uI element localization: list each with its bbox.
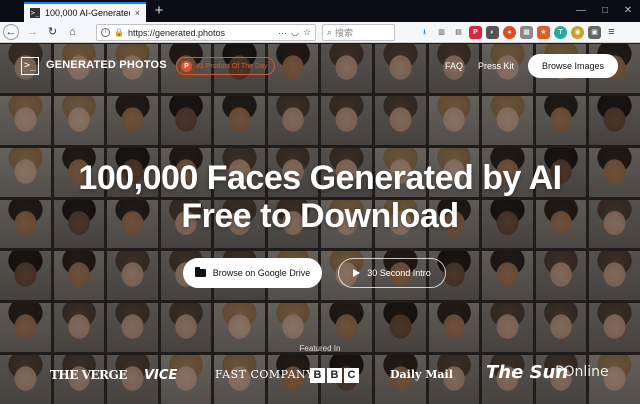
hero-title-line1: 100,000 Faces Generated by AI	[78, 159, 562, 197]
new-tab-button[interactable]: +	[151, 3, 167, 19]
bookmark-star-icon[interactable]: ☆	[303, 27, 311, 38]
search-icon: ⌕	[327, 27, 333, 37]
logo-text[interactable]: GENERATED PHOTOS	[46, 59, 167, 71]
intro-video-button[interactable]: 30 Second Intro	[338, 258, 446, 288]
back-arrow-icon[interactable]: ←	[3, 24, 19, 40]
bbc-letter: C	[344, 368, 359, 383]
featured-in-label: Featured In	[299, 344, 341, 353]
bbc-logo: B B C	[310, 368, 359, 383]
intro-video-label: 30 Second Intro	[367, 268, 431, 278]
product-hunt-icon: P	[181, 60, 192, 72]
minimize-button[interactable]: —	[570, 3, 592, 19]
product-hunt-text: #1 Product Of The Day	[196, 62, 268, 70]
watermark-logo: POnline	[555, 364, 609, 380]
translate-icon[interactable]: T	[554, 26, 567, 39]
site-info-icon[interactable]: i	[101, 28, 110, 37]
favicon-icon: >_	[30, 8, 40, 18]
screenshot-icon[interactable]: ▣	[588, 26, 601, 39]
addon-icon[interactable]: ★	[537, 26, 550, 39]
maximize-button[interactable]: □	[594, 3, 616, 19]
navigation-bar: ← → ↻ ⌂ i 🔒 https://generated.photos ···…	[0, 22, 640, 43]
browse-google-drive-button[interactable]: Browse on Google Drive	[183, 258, 322, 288]
folder-icon	[194, 267, 206, 277]
product-hunt-badge[interactable]: P #1 Product Of The Day	[176, 57, 276, 75]
reader-extension-icon[interactable]: ▦	[520, 26, 533, 39]
browse-images-button[interactable]: Browse Images	[528, 54, 618, 78]
site-header: >_ GENERATED PHOTOS P #1 Product Of The …	[0, 44, 640, 88]
pocket-icon[interactable]: ◡	[291, 27, 299, 38]
forward-arrow-icon[interactable]: →	[24, 24, 41, 41]
tab-title: 100,000 AI-Generated Faces	[45, 8, 130, 18]
nav-faq-link[interactable]: FAQ	[445, 61, 463, 71]
fast-company-logo: FAST COMPANY	[215, 368, 314, 381]
nav-press-kit-link[interactable]: Press Kit	[478, 61, 514, 71]
library-icon[interactable]: ▥	[435, 26, 448, 39]
toolbar-icons: ⭳ ▥ ▤ P ◐ ● ▦ ★ T ◉ ▣ ≡	[418, 24, 618, 41]
pocket-extension-icon[interactable]: P	[469, 26, 482, 39]
page-actions-icon[interactable]: ···	[278, 28, 287, 38]
tab-bar: >_ 100,000 AI-Generated Faces × + — □ ✕	[0, 0, 640, 22]
url-text[interactable]: https://generated.photos	[128, 28, 274, 38]
download-icon[interactable]: ⭳	[418, 26, 431, 39]
hero-title-line2: Free to Download	[181, 197, 459, 235]
the-verge-logo: THE VERGE	[50, 368, 127, 382]
close-window-button[interactable]: ✕	[617, 3, 639, 19]
menu-icon[interactable]: ≡	[605, 26, 618, 39]
note-extension-icon[interactable]: ◉	[571, 26, 584, 39]
browser-tab[interactable]: >_ 100,000 AI-Generated Faces ×	[24, 2, 146, 22]
ublock-icon[interactable]: ●	[503, 26, 516, 39]
play-icon	[353, 269, 361, 277]
lock-icon: 🔒	[114, 28, 124, 37]
url-bar[interactable]: i 🔒 https://generated.photos ··· ◡ ☆	[96, 24, 316, 41]
browse-google-drive-label: Browse on Google Drive	[212, 268, 311, 278]
home-icon[interactable]: ⌂	[64, 24, 81, 41]
close-tab-icon[interactable]: ×	[135, 8, 140, 18]
logo-icon[interactable]: >_	[21, 57, 39, 75]
vice-logo: VICE	[144, 368, 178, 383]
bbc-letter: B	[327, 368, 342, 383]
search-placeholder: 搜索	[335, 28, 354, 38]
bbc-letter: B	[310, 368, 325, 383]
web-page: >_ GENERATED PHOTOS P #1 Product Of The …	[0, 44, 640, 404]
reload-icon[interactable]: ↻	[44, 24, 61, 41]
extension-icon[interactable]: ◐	[486, 26, 499, 39]
sidebar-icon[interactable]: ▤	[452, 26, 465, 39]
daily-mail-logo: Daily Mail	[390, 368, 453, 381]
search-bar[interactable]: ⌕ 搜索	[322, 24, 395, 41]
